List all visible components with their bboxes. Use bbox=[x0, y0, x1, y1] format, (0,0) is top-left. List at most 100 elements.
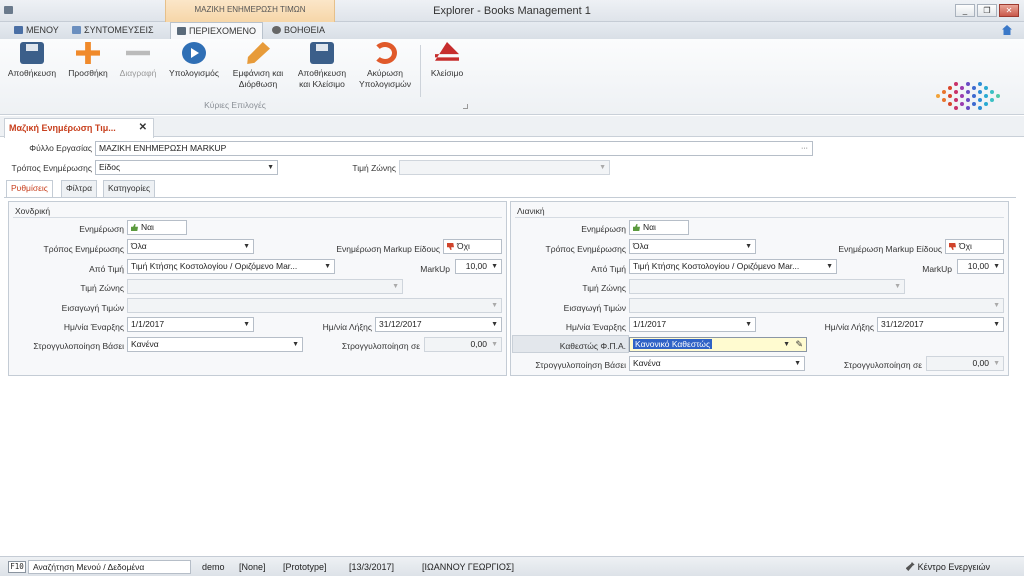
chevron-down-icon: ▼ bbox=[894, 283, 901, 290]
chevron-down-icon: ▼ bbox=[826, 263, 833, 270]
zone-price-select[interactable]: ▼ bbox=[399, 160, 610, 175]
ribbon-expand-icon[interactable] bbox=[463, 104, 468, 109]
ws-update-label: Ενημέρωση bbox=[79, 224, 124, 234]
ws-round-to-field[interactable]: 0,00 ▼ bbox=[424, 337, 502, 352]
rt-from-price-select[interactable]: Τιμή Κτήσης Κοστολογίου / Οριζόμενο Mar.… bbox=[629, 259, 837, 274]
chevron-down-icon: ▼ bbox=[993, 360, 1000, 367]
retail-title: Λιανική bbox=[517, 206, 545, 216]
chevron-down-icon: ▼ bbox=[993, 302, 1000, 309]
tab-content[interactable]: ΠΕΡΙΕΧΟΜΕΝΟ bbox=[170, 22, 264, 40]
tab-shortcuts[interactable]: ΣΥΝΤΟΜΕΥΣΕΙΣ bbox=[66, 22, 160, 39]
rt-update-toggle[interactable]: Ναι bbox=[629, 220, 689, 235]
f10-key[interactable]: F10 bbox=[8, 561, 26, 573]
document-tab-mass-update[interactable]: Μαζική Ενημέρωση Τιμ... ✕ bbox=[4, 118, 154, 138]
ws-from-price-select[interactable]: Τιμή Κτήσης Κοστολογίου / Οριζόμενο Mar.… bbox=[127, 259, 335, 274]
minus-icon bbox=[126, 50, 150, 56]
pencil-icon[interactable]: ✎ bbox=[795, 338, 803, 351]
ws-start-label: Ημ/νία Έναρξης bbox=[63, 322, 124, 332]
activity-center-button[interactable]: Κέντρο Ενεργειών bbox=[905, 562, 990, 572]
status-date: [13/3/2017] bbox=[349, 562, 395, 572]
rt-markup-label: MarkUp bbox=[922, 264, 952, 274]
rt-round-to-field[interactable]: 0,00 ▼ bbox=[926, 356, 1004, 371]
ws-mode-select[interactable]: Όλα ▼ bbox=[127, 239, 254, 254]
chevron-down-icon: ▼ bbox=[292, 341, 299, 348]
rt-import-select[interactable]: ▼ bbox=[629, 298, 1004, 313]
thumbs-up-icon bbox=[633, 224, 640, 231]
status-username: [ΙΩΑΝΝΟΥ ΓΕΩΡΓΙΟΣ] bbox=[422, 562, 514, 572]
menu-icon bbox=[14, 26, 23, 34]
rt-from-price-label: Από Τιμή bbox=[591, 264, 626, 274]
ws-zone-select[interactable]: ▼ bbox=[127, 279, 403, 294]
close-window-button[interactable]: ✕ bbox=[999, 4, 1019, 17]
status-user: demo bbox=[202, 562, 225, 572]
save-close-button[interactable]: Αποθήκευση και Κλείσιμο bbox=[292, 42, 352, 90]
rt-start-date[interactable]: 1/1/2017 ▼ bbox=[629, 317, 756, 332]
close-tab-icon[interactable]: ✕ bbox=[139, 119, 147, 137]
minimize-button[interactable]: _ bbox=[955, 4, 975, 17]
chevron-down-icon: ▼ bbox=[993, 263, 1000, 270]
ws-round-to-label: Στρογγυλοποίηση σε bbox=[341, 341, 420, 351]
rt-markup-item-toggle[interactable]: Όχι bbox=[945, 239, 1004, 254]
worksheet-browse-button[interactable]: ··· bbox=[801, 142, 808, 155]
ws-markup-item-toggle[interactable]: Όχι bbox=[443, 239, 502, 254]
ws-from-price-label: Από Τιμή bbox=[89, 264, 124, 274]
brand-logo-icon bbox=[936, 82, 1004, 112]
ws-round-select[interactable]: Κανένα ▼ bbox=[127, 337, 303, 352]
chevron-down-icon: ▼ bbox=[491, 263, 498, 270]
chevron-down-icon: ▼ bbox=[267, 164, 274, 171]
ws-zone-label: Τιμή Ζώνης bbox=[80, 283, 124, 293]
rt-vat-select[interactable]: Κανονικό Καθεστώς ▼ ✎ bbox=[629, 337, 807, 352]
eject-icon bbox=[435, 42, 459, 61]
chevron-down-icon: ▼ bbox=[599, 164, 606, 171]
cancel-calculations-button[interactable]: Ακύρωση Υπολογισμών bbox=[354, 42, 416, 90]
ws-start-date[interactable]: 1/1/2017 ▼ bbox=[127, 317, 254, 332]
rt-end-date[interactable]: 31/12/2017 ▼ bbox=[877, 317, 1004, 332]
tab-categories[interactable]: Κατηγορίες bbox=[103, 180, 156, 197]
status-bar: F10 Αναζήτηση Μενού / Δεδομένα demo [Non… bbox=[0, 556, 1024, 576]
chevron-down-icon: ▼ bbox=[783, 341, 790, 348]
restore-button[interactable]: ❐ bbox=[977, 4, 997, 17]
wholesale-title: Χονδρική bbox=[15, 206, 51, 216]
rt-mode-select[interactable]: Όλα ▼ bbox=[629, 239, 756, 254]
rt-round-select[interactable]: Κανένα ▼ bbox=[629, 356, 805, 371]
ws-end-date[interactable]: 31/12/2017 ▼ bbox=[375, 317, 502, 332]
chevron-down-icon: ▼ bbox=[745, 321, 752, 328]
update-mode-label: Τρόπος Ενημέρωσης bbox=[11, 163, 92, 173]
tab-settings[interactable]: Ρυθμίσεις bbox=[6, 180, 53, 198]
ws-markup-field[interactable]: 10,00 ▼ bbox=[455, 259, 502, 274]
show-edit-button[interactable]: Εμφάνιση και Διόρθωση bbox=[226, 42, 290, 90]
calculate-button[interactable]: Υπολογισμός bbox=[164, 42, 224, 79]
undo-icon bbox=[373, 42, 397, 64]
tab-help[interactable]: ΒΟΗΘΕΙΑ bbox=[266, 22, 331, 39]
subtab-divider bbox=[4, 197, 1016, 198]
close-button[interactable]: Κλείσιμο bbox=[424, 42, 470, 79]
menu-search-input[interactable]: Αναζήτηση Μενού / Δεδομένα bbox=[28, 560, 191, 574]
rt-markup-field[interactable]: 10,00 ▼ bbox=[957, 259, 1004, 274]
status-mode: [Prototype] bbox=[283, 562, 327, 572]
tab-menu[interactable]: ΜΕΝΟΥ bbox=[8, 22, 65, 39]
chevron-down-icon: ▼ bbox=[243, 321, 250, 328]
rt-round-label: Στρογγυλοποίηση Βάσει bbox=[535, 360, 626, 370]
rt-import-label: Εισαγωγή Τιμών bbox=[563, 303, 626, 313]
content-icon bbox=[177, 27, 186, 35]
rt-start-label: Ημ/νία Έναρξης bbox=[565, 322, 626, 332]
play-icon bbox=[182, 42, 206, 64]
save-button[interactable]: Αποθήκευση bbox=[4, 42, 60, 79]
rt-update-label: Ενημέρωση bbox=[581, 224, 626, 234]
plus-icon bbox=[76, 42, 100, 64]
add-button[interactable]: Προσθήκη bbox=[64, 42, 112, 79]
ws-update-toggle[interactable]: Ναι bbox=[127, 220, 187, 235]
rt-zone-select[interactable]: ▼ bbox=[629, 279, 905, 294]
status-none: [None] bbox=[239, 562, 266, 572]
save-close-icon bbox=[310, 42, 334, 64]
chevron-down-icon: ▼ bbox=[491, 321, 498, 328]
tab-filters[interactable]: Φίλτρα bbox=[61, 180, 98, 197]
ws-mode-label: Τρόπος Ενημέρωσης bbox=[43, 244, 124, 254]
ribbon: Αποθήκευση Προσθήκη Διαγραφή Υπολογισμός… bbox=[0, 39, 1024, 115]
delete-button[interactable]: Διαγραφή bbox=[114, 42, 162, 79]
ws-import-select[interactable]: ▼ bbox=[127, 298, 502, 313]
ws-end-label: Ημ/νία Λήξης bbox=[322, 322, 372, 332]
update-mode-select[interactable]: Είδος ▼ bbox=[95, 160, 278, 175]
worksheet-field[interactable]: ΜΑΖΙΚΗ ΕΝΗΜΕΡΩΣΗ MARKUP ··· bbox=[95, 141, 813, 156]
rt-vat-label: Καθεστώς Φ.Π.Α. bbox=[559, 341, 626, 351]
